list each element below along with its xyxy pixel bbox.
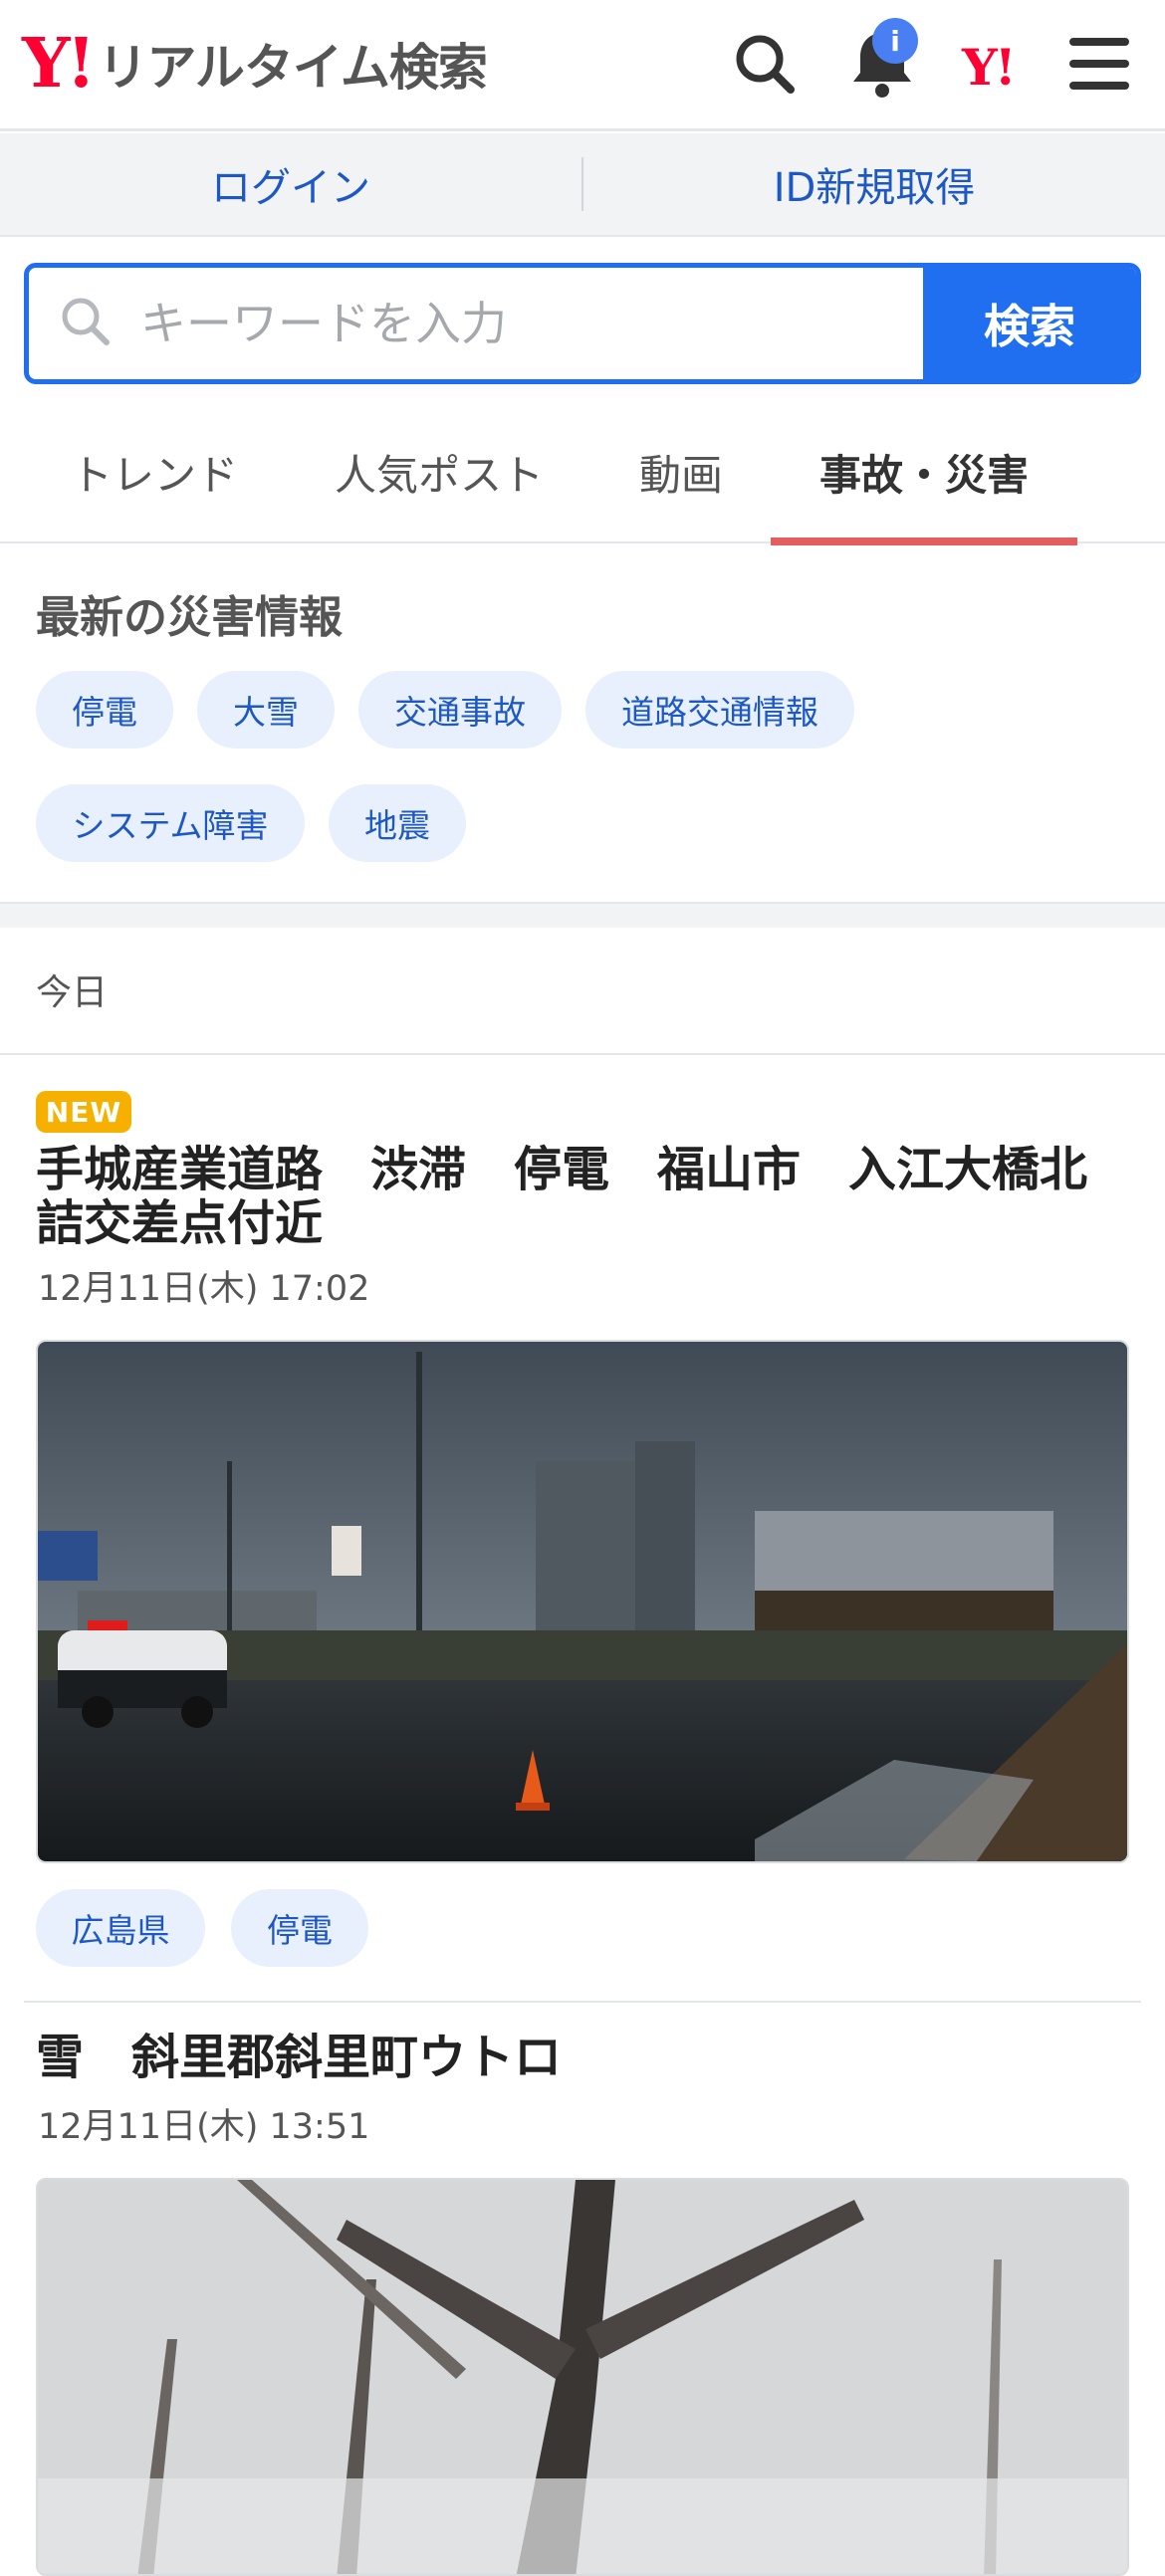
signup-link[interactable]: ID新規取得: [583, 155, 1165, 213]
tag-power-outage[interactable]: 停電: [231, 1889, 368, 1967]
section-separator: [0, 902, 1165, 928]
logo-mark: Y!: [22, 24, 96, 104]
tab-video[interactable]: 動画: [623, 400, 739, 543]
article-image-snowy-trees[interactable]: [36, 2178, 1129, 2576]
auth-bar: ログイン ID新規取得: [0, 133, 1165, 237]
yahoo-realtime-logo[interactable]: Y! リアルタイム検索: [22, 24, 488, 104]
search-input[interactable]: [138, 296, 835, 351]
new-badge: NEW: [36, 1091, 131, 1133]
disaster-section-title: 最新の災害情報: [36, 592, 343, 643]
notification-bell-icon[interactable]: i: [842, 18, 922, 104]
chip-power-outage[interactable]: 停電: [36, 671, 173, 749]
search-field-icon: [59, 295, 113, 352]
search-button[interactable]: 検索: [923, 268, 1136, 379]
search-field[interactable]: [29, 268, 923, 379]
article-time: 12月11日(木) 13:51: [38, 2107, 370, 2147]
notification-badge: i: [872, 18, 918, 64]
chip-system-failure[interactable]: システム障害: [36, 784, 305, 862]
login-link[interactable]: ログイン: [0, 155, 582, 213]
tab-popular-posts[interactable]: 人気ポスト: [325, 400, 554, 543]
article-divider: [24, 2001, 1141, 2003]
chip-road-traffic-info[interactable]: 道路交通情報: [585, 671, 854, 749]
article-image-police-car[interactable]: [36, 1340, 1129, 1863]
app-header: Y! リアルタイム検索 i Y!: [0, 0, 1165, 131]
tab-trend[interactable]: トレンド: [50, 400, 259, 543]
article-title[interactable]: 手城産業道路 渋滞 停電 福山市 入江大橋北詰交差点付近: [36, 1143, 1131, 1250]
logo-title: リアルタイム検索: [98, 39, 487, 97]
hamburger-menu-icon[interactable]: [1059, 24, 1139, 104]
search-bar: 検索: [24, 263, 1141, 384]
chip-traffic-accident[interactable]: 交通事故: [358, 671, 562, 749]
tag-hiroshima[interactable]: 広島県: [36, 1889, 205, 1967]
yahoo-japan-logo-icon[interactable]: Y!: [962, 38, 1017, 97]
chip-earthquake[interactable]: 地震: [329, 784, 466, 862]
search-icon[interactable]: [725, 24, 805, 104]
article-title[interactable]: 雪 斜里郡斜里町ウトロ: [36, 2031, 1131, 2084]
category-tabs: トレンド 人気ポスト 動画 事故・災害: [0, 400, 1165, 545]
feed-date-label: 今日: [36, 972, 109, 1013]
feed-divider: [0, 1053, 1165, 1055]
tab-accidents-disasters[interactable]: 事故・災害: [771, 400, 1077, 545]
chip-heavy-snow[interactable]: 大雪: [197, 671, 335, 749]
article-time: 12月11日(木) 17:02: [38, 1269, 370, 1309]
